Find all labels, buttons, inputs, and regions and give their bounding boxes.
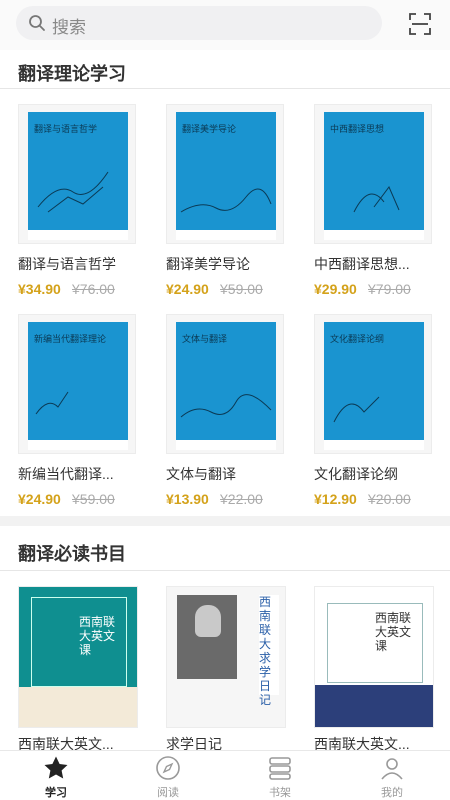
book-cover[interactable]: 文化翻译论纲 xyxy=(314,314,432,454)
cover-title: 西南联大英文课 xyxy=(375,611,412,653)
book-price: ¥34.90 xyxy=(18,281,61,297)
book-price: ¥12.90 xyxy=(314,491,357,507)
tab-mine[interactable]: 我的 xyxy=(336,751,448,800)
tab-study[interactable]: 学习 xyxy=(0,751,112,800)
book-title: 翻译美学导论 xyxy=(166,256,250,272)
top-bar: 搜索 xyxy=(0,0,450,50)
book-price: ¥29.90 xyxy=(314,281,357,297)
book-cover[interactable]: 西南联大英文课 xyxy=(314,586,434,728)
cover-illustration xyxy=(180,394,272,418)
book-original-price: ¥76.00 xyxy=(72,281,115,297)
book-title: 中西翻译思想... xyxy=(314,256,410,272)
book-title: 翻译与语言哲学 xyxy=(18,256,116,272)
section-title-must-read: 翻译必读书目 xyxy=(18,544,126,564)
search-icon xyxy=(29,15,45,31)
compass-icon xyxy=(156,756,180,780)
cover-title: 西南联大求学日记 xyxy=(259,595,279,707)
book-cover[interactable]: 翻译美学导论 xyxy=(166,104,284,244)
book-title: 新编当代翻译... xyxy=(18,466,114,482)
book-cover[interactable]: 西南联大英文课 xyxy=(18,586,138,728)
tab-label: 书架 xyxy=(269,787,291,799)
search-placeholder: 搜索 xyxy=(52,18,86,37)
cover-illustration xyxy=(37,171,109,213)
book-original-price: ¥59.00 xyxy=(220,281,263,297)
book-title: 文化翻译论纲 xyxy=(314,466,398,482)
cover-illustration xyxy=(180,188,272,213)
book-cover[interactable]: 翻译与语言哲学 xyxy=(18,104,136,244)
bookshelf-icon xyxy=(269,757,291,780)
tab-label: 阅读 xyxy=(157,787,179,799)
book-original-price: ¥20.00 xyxy=(368,491,411,507)
search-bar[interactable]: 搜索 xyxy=(16,6,382,40)
book-cover[interactable]: 中西翻译思想 xyxy=(314,104,432,244)
book-cover[interactable]: 文体与翻译 xyxy=(166,314,284,454)
section-gap xyxy=(0,516,450,526)
book-price: ¥24.90 xyxy=(18,491,61,507)
cover-illustration xyxy=(35,391,69,415)
cover-illustration xyxy=(333,396,380,423)
star-icon xyxy=(44,756,68,779)
divider xyxy=(0,88,450,89)
tab-label: 学习 xyxy=(45,787,67,799)
cover-illustration xyxy=(353,186,400,213)
divider xyxy=(0,570,450,571)
book-price: ¥13.90 xyxy=(166,491,209,507)
book-price: ¥24.90 xyxy=(166,281,209,297)
tab-read[interactable]: 阅读 xyxy=(112,751,224,800)
book-title: 文体与翻译 xyxy=(166,466,236,482)
book-original-price: ¥79.00 xyxy=(368,281,411,297)
cover-title: 西南联大英文课 xyxy=(79,615,116,657)
book-original-price: ¥59.00 xyxy=(72,491,115,507)
bottom-tab-bar: 学习 阅读 书架 我的 xyxy=(0,750,450,800)
book-original-price: ¥22.00 xyxy=(220,491,263,507)
book-cover[interactable]: 西南联大求学日记 xyxy=(166,586,286,728)
book-cover[interactable]: 新编当代翻译理论 xyxy=(18,314,136,454)
section-title-theory: 翻译理论学习 xyxy=(18,64,126,84)
scan-icon[interactable] xyxy=(408,12,432,36)
tab-label: 我的 xyxy=(381,787,403,799)
person-icon xyxy=(381,758,403,780)
tab-bookshelf[interactable]: 书架 xyxy=(224,751,336,800)
